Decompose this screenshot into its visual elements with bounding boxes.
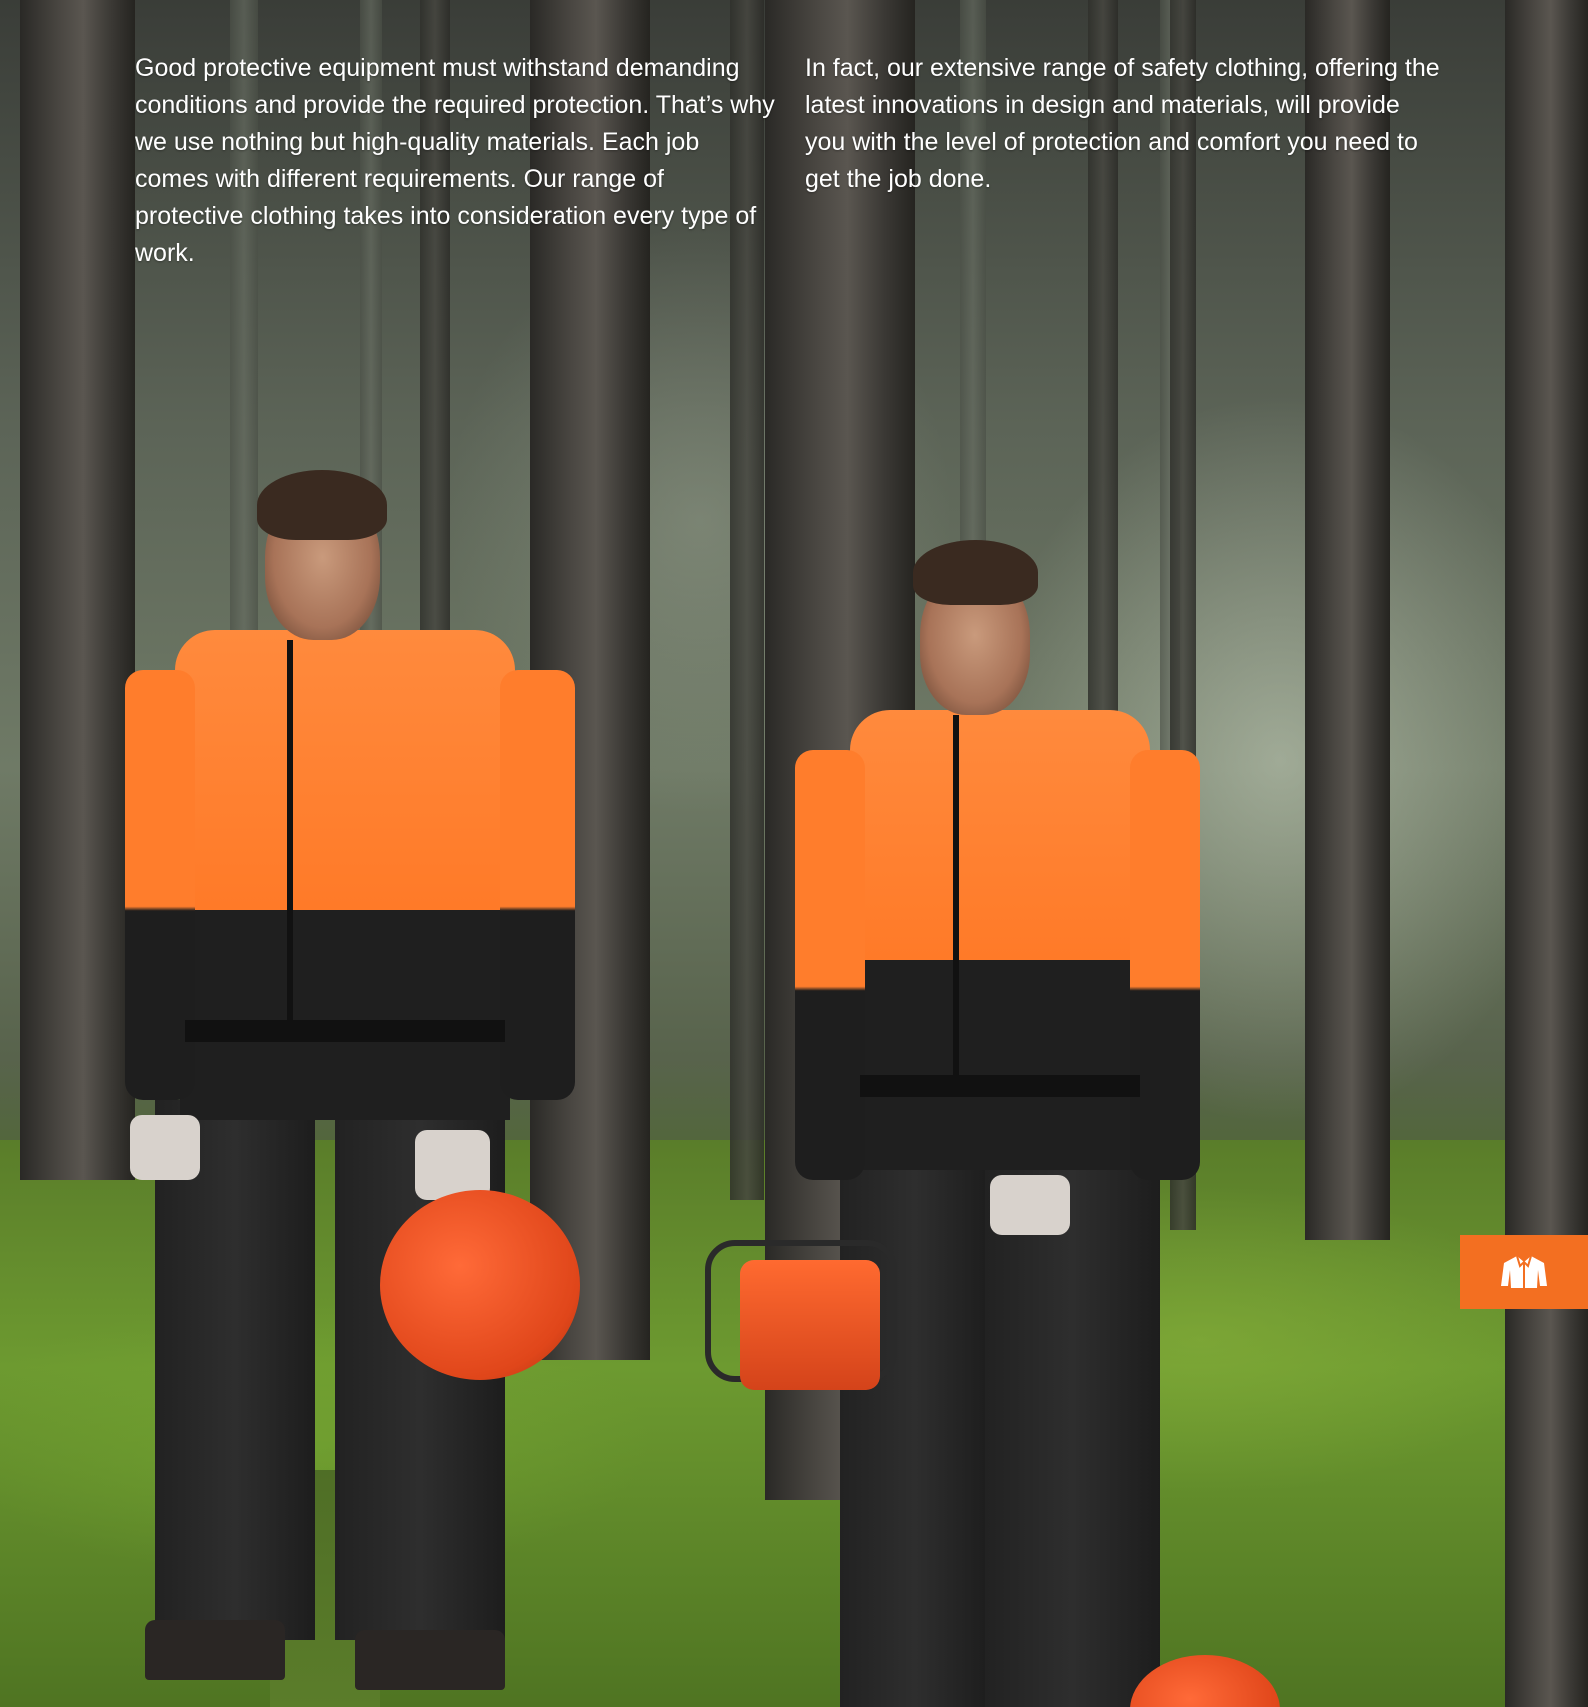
- tree-trunk: [1505, 0, 1588, 1707]
- chainsaw: [740, 1260, 880, 1390]
- section-tab-protective-clothing[interactable]: [1460, 1235, 1588, 1309]
- worker-right: [795, 540, 1200, 1707]
- worker-left: [115, 470, 575, 1707]
- brochure-page: Good protective equipment must withstand…: [0, 0, 1588, 1707]
- forestry-helmet: [380, 1190, 580, 1380]
- intro-paragraph-right: In fact, our extensive range of safety c…: [805, 54, 1440, 193]
- intro-paragraph-left: Good protective equipment must withstand…: [135, 54, 775, 267]
- jacket-icon: [1501, 1255, 1547, 1288]
